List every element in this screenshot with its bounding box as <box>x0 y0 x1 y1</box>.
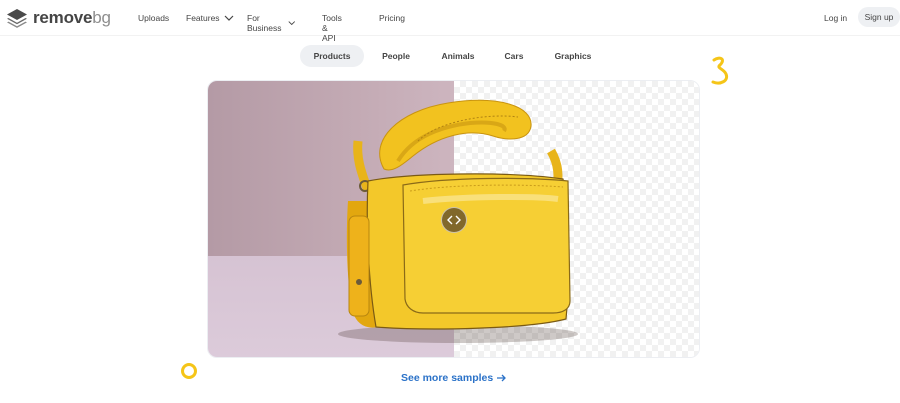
before-after-sample-viewer[interactable] <box>207 80 700 358</box>
tab-cars[interactable]: Cars <box>499 45 529 67</box>
chevron-down-icon <box>224 15 233 21</box>
nav-for-business-label: For Business <box>247 13 282 33</box>
ring-decoration <box>181 363 197 379</box>
nav-for-business[interactable]: For Business <box>247 13 296 33</box>
squiggle-decoration <box>711 56 729 85</box>
see-more-samples-link[interactable]: See more samples <box>401 372 507 384</box>
nav-pricing[interactable]: Pricing <box>379 13 405 23</box>
see-more-samples-label: See more samples <box>401 372 494 384</box>
tab-people[interactable]: People <box>374 45 418 67</box>
top-navigation-bar: removebg Uploads Features For Business T… <box>0 0 900 43</box>
login-link[interactable]: Log in <box>824 13 847 23</box>
chevron-down-icon <box>288 21 296 26</box>
tab-animals[interactable]: Animals <box>433 45 483 67</box>
comparison-slider-handle[interactable] <box>441 207 467 233</box>
chevron-left-right-icon <box>447 215 461 225</box>
arrow-right-icon <box>497 374 507 382</box>
logo-suffix: bg <box>92 8 111 27</box>
logo-word: remove <box>33 8 93 27</box>
nav-uploads-label: Uploads <box>138 13 170 23</box>
nav-features[interactable]: Features <box>186 13 234 23</box>
nav-tools-api-label: Tools & API <box>322 13 342 43</box>
logo-wordmark: removebg <box>33 8 111 28</box>
removebg-logo[interactable]: removebg <box>6 8 111 28</box>
signup-button[interactable]: Sign up <box>858 7 900 27</box>
nav-tools-api[interactable]: Tools & API <box>322 13 342 43</box>
tab-graphics[interactable]: Graphics <box>548 45 598 67</box>
nav-pricing-label: Pricing <box>379 13 405 23</box>
nav-uploads[interactable]: Uploads <box>138 13 169 23</box>
nav-features-label: Features <box>186 13 220 23</box>
tab-products[interactable]: Products <box>300 45 364 67</box>
logo-layers-icon <box>7 9 27 28</box>
